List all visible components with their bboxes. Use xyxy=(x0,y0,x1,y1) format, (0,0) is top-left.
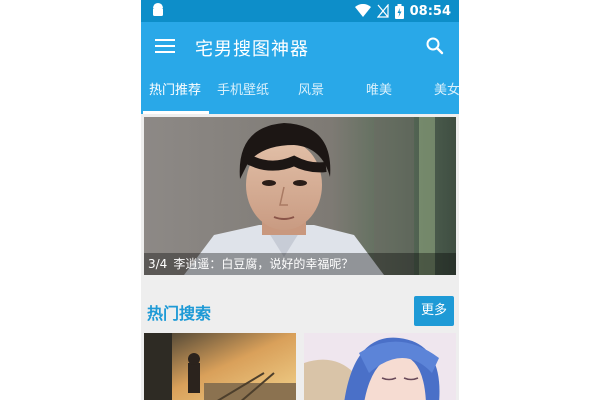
tab-hot-recommend[interactable]: 热门推荐 xyxy=(141,70,209,114)
wifi-icon xyxy=(354,4,371,17)
banner-photo xyxy=(144,117,456,275)
phone-screen: 08:54 宅男搜图神器 热门推荐 手机壁纸 风景 唯美 美女 3/4 李逍遥：… xyxy=(141,0,459,400)
banner-carousel[interactable]: 3/4 李逍遥：白豆腐，说好的幸福呢？ xyxy=(144,117,456,275)
banner-caption-text: 李逍遥：白豆腐，说好的幸福呢？ xyxy=(173,257,354,271)
tab-beauty[interactable]: 美女 xyxy=(413,70,459,114)
app-bar: 宅男搜图神器 xyxy=(141,22,459,70)
tab-aesthetic[interactable]: 唯美 xyxy=(345,70,413,114)
hot-search-title: 热门搜索 xyxy=(147,304,212,323)
tab-phone-wallpaper[interactable]: 手机壁纸 xyxy=(209,70,277,114)
app-title: 宅男搜图神器 xyxy=(195,39,309,60)
status-icons: 08:54 xyxy=(354,2,451,20)
banner-caption: 3/4 李逍遥：白豆腐，说好的幸福呢？ xyxy=(144,253,456,275)
menu-icon[interactable] xyxy=(155,36,175,56)
banner-counter: 3/4 xyxy=(148,257,168,271)
hot-search-thumbnail[interactable] xyxy=(144,333,296,400)
hot-search-thumbnail[interactable] xyxy=(304,333,456,400)
android-notification-icon xyxy=(153,3,163,16)
thumbnail-photo-railway xyxy=(144,333,296,400)
clock: 08:54 xyxy=(409,3,451,19)
tab-scenery[interactable]: 风景 xyxy=(277,70,345,114)
battery-charging-icon xyxy=(394,3,404,19)
status-bar: 08:54 xyxy=(141,0,459,22)
search-icon[interactable] xyxy=(425,36,445,56)
more-button[interactable]: 更多 xyxy=(414,296,454,326)
no-signal-icon xyxy=(376,4,389,18)
category-tabs: 热门推荐 手机壁纸 风景 唯美 美女 xyxy=(141,70,459,114)
thumbnail-photo-anime-girl xyxy=(304,333,456,400)
